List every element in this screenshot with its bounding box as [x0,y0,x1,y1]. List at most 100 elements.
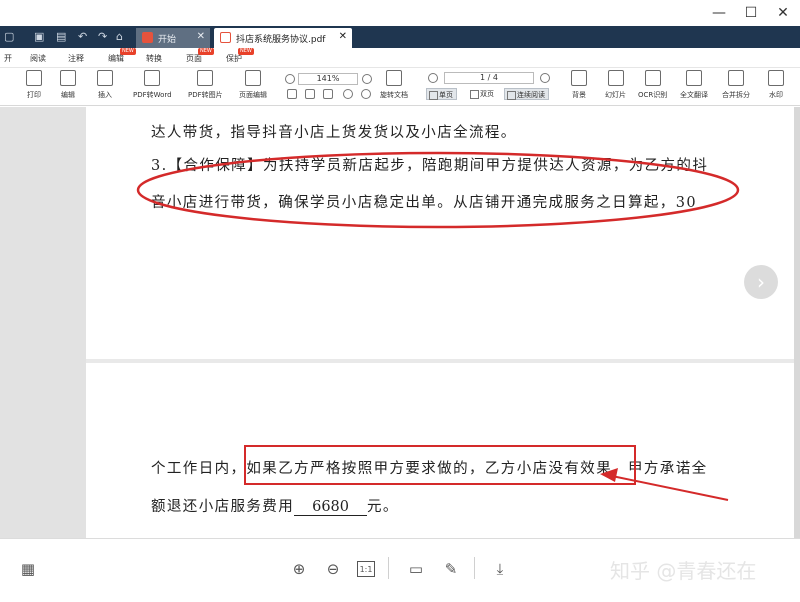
download-icon[interactable]: ⤓ [490,559,510,579]
translate-button[interactable]: 全文翻译 [680,70,708,100]
home-icon[interactable]: ⌂ [116,30,123,43]
pdf-file-icon [220,32,231,43]
next-page-icon[interactable] [540,73,550,83]
actual-size-icon[interactable] [323,89,333,99]
rotate-document-button[interactable]: 旋转文档 [380,70,408,100]
toolbar: 打印 编辑 插入 PDF转Word PDF转图片 页面编辑 旋转文档 背景 幻灯… [0,68,800,106]
insert-button[interactable]: 插入 [97,70,113,100]
print-button[interactable]: 打印 [26,70,42,100]
print-icon[interactable]: ▤ [56,30,66,43]
rotate-doc-icon [386,70,402,86]
vertical-scrollbar[interactable] [794,107,800,538]
continuous-read-button[interactable]: 连续阅读 [504,88,549,100]
new-badge: NEW [238,48,254,55]
menu-file[interactable]: 开 [4,53,12,64]
slideshow-button[interactable]: 幻灯片 [605,70,626,100]
print-label: 打印 [27,91,41,99]
zoom-in-icon[interactable] [362,74,372,84]
printer-icon [26,70,42,86]
text-line: 3.【合作保障】为扶持学员新店起步，陪跑期间甲方提供达人资源，为乙方的抖 [151,158,709,174]
tab-close-icon[interactable]: ✕ [339,31,347,42]
pdf-to-image-label: PDF转图片 [188,91,223,99]
edit-icon [60,70,76,86]
translate-icon [686,70,702,86]
insert-label: 插入 [98,91,112,99]
menu-protect[interactable]: 保护 NEW [226,48,254,64]
menu-convert[interactable]: 转换 [146,53,162,64]
single-page-button[interactable]: 单页 [426,88,457,100]
slideshow-label: 幻灯片 [605,91,626,99]
text-line: 达人带货，指导抖音小店上货发货以及小店全流程。 [151,125,517,141]
zoom-level-field[interactable]: 141% [298,73,358,85]
double-page-button[interactable]: 双页 [468,88,497,100]
tab-close-icon[interactable]: ✕ [197,31,205,42]
menu-annotate[interactable]: 注释 [68,53,84,64]
page-number-field[interactable]: 1 / 4 [444,72,534,84]
page-edit-button[interactable]: 页面编辑 [239,70,267,100]
merge-split-icon [728,70,744,86]
document-viewport[interactable]: 达人带货，指导抖音小店上货发货以及小店全流程。 3.【合作保障】为扶持学员新店起… [0,107,800,538]
undo-icon[interactable]: ↶ [78,30,87,43]
rotate-left-icon[interactable] [343,89,353,99]
edit-button[interactable]: 编辑 [60,70,76,100]
background-button[interactable]: 背景 [571,70,587,100]
ocr-icon [644,70,661,86]
prev-page-icon[interactable] [428,73,438,83]
left-gutter [0,107,86,538]
ocr-button[interactable]: OCR识别 [638,70,667,100]
tab-start-label: 开始 [158,34,177,45]
background-label: 背景 [572,91,586,99]
fit-width-icon[interactable] [305,89,315,99]
save-icon[interactable]: ▣ [34,30,44,43]
menu-read[interactable]: 阅读 [30,53,46,64]
bottom-bar: ▦ ⊕ ⊖ 1:1 ▭ ✎ ⤓ 知乎 @青春还在 [0,538,800,602]
menu-page[interactable]: 页面 NEW [186,48,214,64]
refund-amount: 6680 [294,499,368,516]
refund-unit: 元。 [367,499,399,515]
watermark-text: 知乎 @青春还在 [610,559,757,583]
menu-edit[interactable]: 编辑 NEW [108,48,136,64]
new-badge: NEW [120,48,136,55]
next-page-button[interactable]: › [744,265,778,299]
grid-view-icon[interactable]: ▦ [18,559,38,579]
close-icon[interactable]: ✕ [766,0,800,26]
merge-split-button[interactable]: 合并拆分 [722,70,750,100]
fit-page-icon[interactable] [287,89,297,99]
zoom-out-icon[interactable]: ⊖ [323,559,343,579]
rotate-icon[interactable]: ▭ [406,559,426,579]
ocr-label: OCR识别 [638,91,668,99]
pdf-page-2: 个工作日内，如果乙方严格按照甲方要求做的，乙方小店没有效果，甲方承诺全 额退还小… [86,363,794,538]
open-icon[interactable]: ▢ [4,30,14,43]
tab-bar: ▢ ▣ ▤ ↶ ↷ ⌂ 开始 ✕ 抖店系统服务协议.pdf ✕ [0,26,800,48]
tab-document[interactable]: 抖店系统服务协议.pdf ✕ [214,28,352,48]
background-icon [571,70,587,86]
menu-protect-label: 保护 [226,54,242,63]
tab-document-label: 抖店系统服务协议.pdf [236,34,326,45]
zoom-in-icon[interactable]: ⊕ [289,559,309,579]
separator [388,557,389,579]
minimize-icon[interactable]: — [702,0,736,26]
title-bar: — ☐ ✕ [0,0,800,26]
edit-label: 编辑 [61,91,75,99]
text-line: 额退还小店服务费用 6680 元。 [151,495,399,516]
page-edit-icon [245,70,261,86]
watermark-button[interactable]: 水印 [768,70,784,100]
tab-start[interactable]: 开始 ✕ [136,28,210,48]
actual-size-button[interactable]: 1:1 [357,561,375,577]
pdf-to-word-button[interactable]: PDF转Word [133,70,172,100]
word-icon [144,70,161,86]
menu-edit-label: 编辑 [108,54,124,63]
redo-icon[interactable]: ↷ [98,30,107,43]
watermark-icon [768,70,784,86]
pen-icon[interactable]: ✎ [441,559,461,579]
pdf-to-image-button[interactable]: PDF转图片 [188,70,223,100]
home-tab-icon [142,32,153,43]
chevron-right-icon: › [757,270,765,294]
translate-label: 全文翻译 [680,91,708,99]
rotate-label: 旋转文档 [380,91,408,99]
pdf-page-1: 达人带货，指导抖音小店上货发货以及小店全流程。 3.【合作保障】为扶持学员新店起… [86,107,794,359]
watermark-label: 水印 [769,91,783,99]
zoom-out-icon[interactable] [285,74,295,84]
maximize-icon[interactable]: ☐ [734,0,768,26]
rotate-right-icon[interactable] [361,89,371,99]
